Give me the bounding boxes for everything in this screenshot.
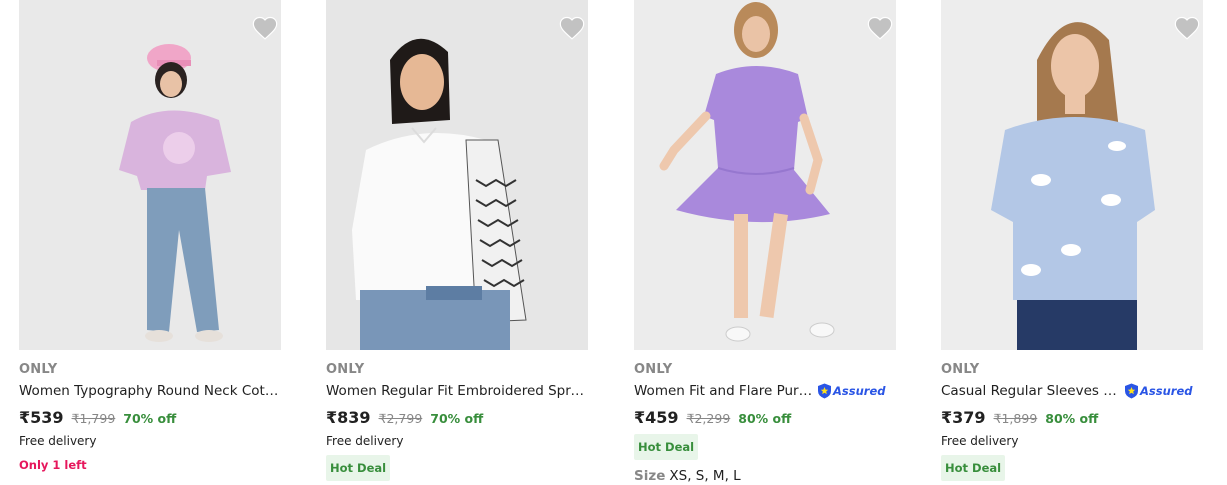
- product-mrp: ₹1,899: [993, 411, 1038, 426]
- product-price: ₹839: [326, 408, 371, 427]
- product-photo: [634, 0, 896, 350]
- size-label: Size: [634, 468, 666, 484]
- product-card[interactable]: ONLY Women Typography Round Neck Cotton …: [19, 0, 281, 485]
- product-brand: ONLY: [634, 362, 673, 377]
- product-grid: ONLY Women Typography Round Neck Cotton …: [0, 0, 1227, 485]
- hot-deal-badge: Hot Deal: [941, 455, 1006, 481]
- product-brand: ONLY: [326, 362, 365, 377]
- product-image[interactable]: [941, 0, 1203, 350]
- assured-badge: Assured: [1124, 382, 1192, 400]
- product-title[interactable]: Women Regular Fit Embroidered Spread Col…: [326, 382, 588, 400]
- product-mrp: ₹2,799: [378, 411, 423, 426]
- size-options: Size XS, S, M, L: [634, 468, 896, 484]
- stock-info: Only 1 left: [19, 458, 87, 472]
- product-photo: [941, 0, 1203, 350]
- product-card[interactable]: ONLY Women Fit and Flare Purple Dress As…: [634, 0, 896, 485]
- product-title[interactable]: Casual Regular Sleeves Printed Women Blu…: [941, 382, 1121, 400]
- product-card[interactable]: ONLY Women Regular Fit Embroidered Sprea…: [326, 0, 588, 485]
- product-discount: 70% off: [430, 411, 484, 426]
- heart-icon[interactable]: [866, 14, 896, 44]
- product-title[interactable]: Women Typography Round Neck Cotton Blend…: [19, 382, 281, 400]
- product-price: ₹539: [19, 408, 64, 427]
- product-mrp: ₹1,799: [71, 411, 116, 426]
- product-discount: 80% off: [738, 411, 792, 426]
- product-photo: [326, 0, 588, 350]
- assured-shield-icon: [818, 383, 831, 399]
- delivery-info: Free delivery: [19, 434, 97, 448]
- heart-icon[interactable]: [558, 14, 588, 44]
- product-brand: ONLY: [941, 362, 980, 377]
- product-card[interactable]: ONLY Casual Regular Sleeves Printed Wome…: [941, 0, 1203, 485]
- product-price: ₹459: [634, 408, 679, 427]
- heart-icon[interactable]: [1173, 14, 1203, 44]
- product-discount: 70% off: [123, 411, 177, 426]
- product-image[interactable]: [19, 0, 281, 350]
- assured-badge: Assured: [817, 382, 885, 400]
- product-photo: [19, 0, 281, 350]
- product-discount: 80% off: [1045, 411, 1099, 426]
- assured-label: Assured: [1140, 384, 1193, 398]
- product-image[interactable]: [326, 0, 588, 350]
- product-brand: ONLY: [19, 362, 58, 377]
- product-price: ₹379: [941, 408, 986, 427]
- hot-deal-badge: Hot Deal: [326, 455, 391, 481]
- hot-deal-badge: Hot Deal: [634, 434, 699, 460]
- product-image[interactable]: [634, 0, 896, 350]
- assured-label: Assured: [833, 384, 886, 398]
- delivery-info: Free delivery: [326, 434, 404, 448]
- assured-shield-icon: [1125, 383, 1138, 399]
- size-values: XS, S, M, L: [669, 468, 741, 484]
- product-title[interactable]: Women Fit and Flare Purple Dress: [634, 382, 814, 400]
- heart-icon[interactable]: [251, 14, 281, 44]
- delivery-info: Free delivery: [941, 434, 1019, 448]
- product-mrp: ₹2,299: [686, 411, 731, 426]
